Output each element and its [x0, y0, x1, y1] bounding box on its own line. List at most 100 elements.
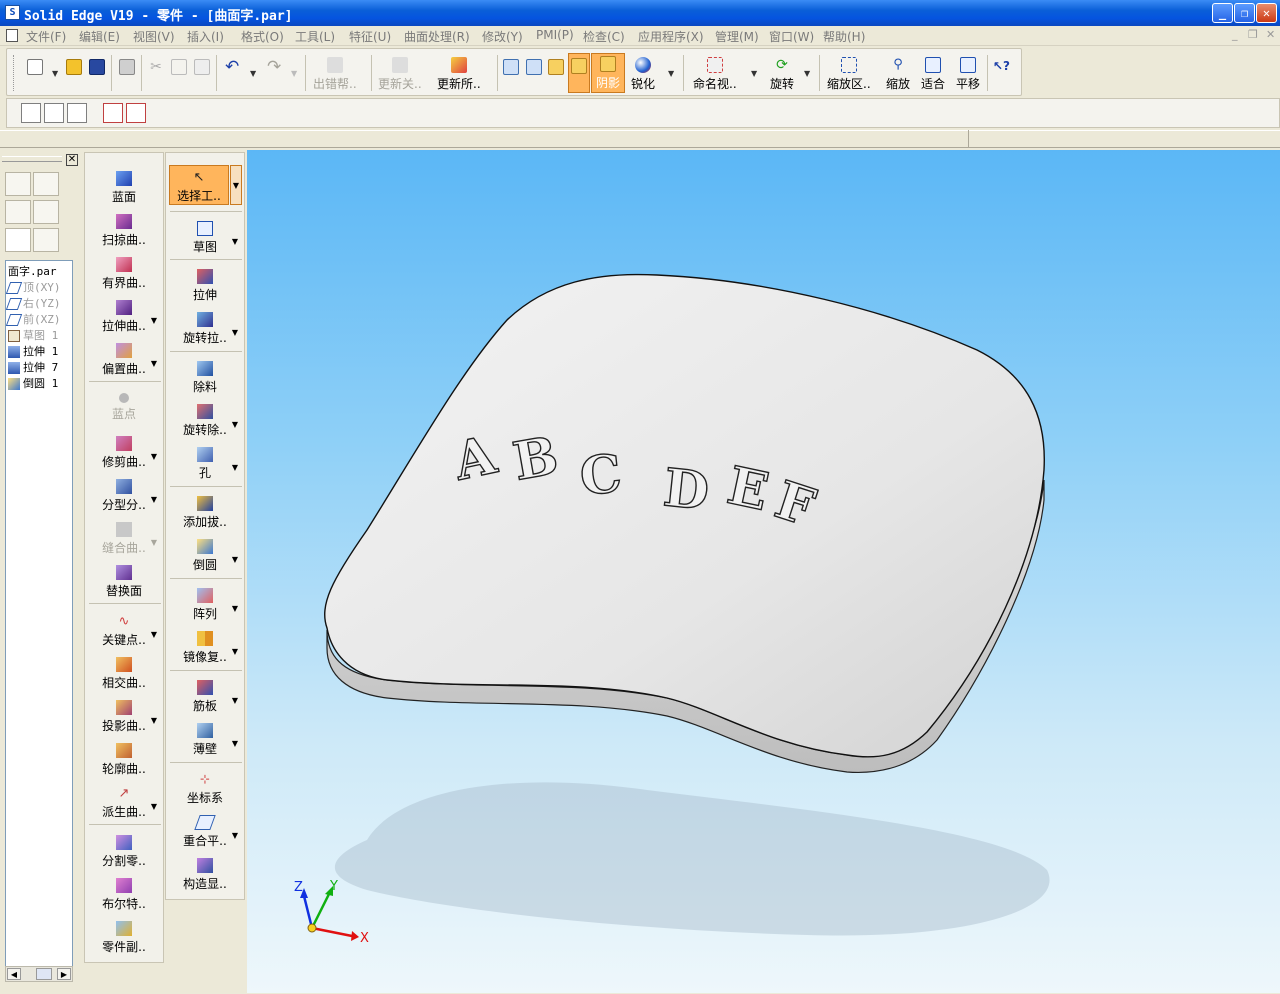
swept-surface-button[interactable]: 扫掠曲..	[85, 214, 163, 248]
menu-format[interactable]: 格式(O)	[241, 28, 284, 45]
model-view[interactable]: A B C D E F X Y Z	[247, 150, 1280, 993]
shaded-button[interactable]: 阴影	[591, 53, 625, 93]
blue-surface-button[interactable]: 蓝面	[85, 171, 163, 205]
tree-node-extrude-1[interactable]: 拉伸 1	[8, 343, 58, 359]
chevron-down-icon[interactable]: ▼	[151, 630, 157, 639]
chevron-down-icon[interactable]: ▼	[232, 696, 238, 705]
part-copy-button[interactable]: 零件副..	[85, 921, 163, 955]
revolved-protrusion-button[interactable]: 旋转拉.. ▼	[166, 312, 244, 346]
chevron-down-icon[interactable]: ▼	[151, 802, 157, 811]
thin-wall-button[interactable]: 薄壁 ▼	[166, 723, 244, 757]
undo-button[interactable]: ↶	[225, 57, 239, 77]
tree-node-top-plane[interactable]: 顶(XY)	[5, 279, 61, 295]
menu-inspect[interactable]: 检查(C)	[583, 28, 625, 45]
chevron-down-icon[interactable]: ▼	[151, 316, 157, 325]
cutout-button[interactable]: 除料	[166, 361, 244, 395]
tab-layers[interactable]	[33, 172, 59, 196]
horizontal-scrollbar[interactable]: ◀ ▶	[5, 966, 73, 982]
chevron-down-icon[interactable]: ▼	[151, 538, 157, 547]
chevron-down-icon[interactable]: ▼	[230, 165, 242, 205]
chevron-down-icon[interactable]: ▼	[232, 555, 238, 564]
protrusion-button[interactable]: 拉伸	[166, 269, 244, 303]
menu-manage[interactable]: 管理(M)	[715, 28, 759, 45]
chevron-down-icon[interactable]: ▼	[250, 69, 256, 78]
coincident-plane-button[interactable]: 重合平.. ▼	[166, 815, 244, 849]
tab-pathfinder[interactable]	[5, 228, 31, 252]
boolean-feature-button[interactable]: 布尔特..	[85, 878, 163, 912]
document-icon[interactable]	[6, 29, 18, 42]
scroll-left-icon[interactable]: ◀	[7, 968, 21, 980]
graphics-viewport[interactable]: A B C D E F X Y Z	[247, 150, 1280, 993]
maximize-button[interactable]: ❐	[1234, 3, 1255, 23]
project-curve-button[interactable]: 投影曲.. ▼	[85, 700, 163, 734]
stitched-surface-button[interactable]: 缝合曲.. ▼	[85, 522, 163, 556]
update-links-button[interactable]: 更新关..	[378, 57, 422, 92]
chevron-down-icon[interactable]: ▼	[668, 69, 674, 78]
select-list-button[interactable]	[67, 103, 87, 123]
split-part-button[interactable]: 分割零..	[85, 835, 163, 869]
close-icon[interactable]: ✕	[66, 154, 78, 166]
zoom-area-button[interactable]: 缩放区..	[827, 57, 871, 92]
parting-split-button[interactable]: 分型分.. ▼	[85, 479, 163, 513]
sharpen-button[interactable]: 锐化	[631, 57, 655, 92]
chevron-down-icon[interactable]: ▼	[232, 420, 238, 429]
menu-edit[interactable]: 编辑(E)	[79, 28, 120, 45]
filter-button[interactable]	[103, 103, 123, 123]
chevron-down-icon[interactable]: ▼	[52, 69, 58, 78]
filter-edit-button[interactable]	[126, 103, 146, 123]
chevron-down-icon[interactable]: ▼	[232, 647, 238, 656]
menu-tools[interactable]: 工具(L)	[295, 28, 335, 45]
round-button[interactable]: 倒圆 ▼	[166, 539, 244, 573]
menu-window[interactable]: 窗口(W)	[769, 28, 814, 45]
new-file-button[interactable]	[27, 59, 43, 75]
shaded-edges-button[interactable]	[568, 53, 590, 93]
menu-surfacing[interactable]: 曲面处理(R)	[404, 28, 470, 45]
menu-view[interactable]: 视图(V)	[133, 28, 175, 45]
select-tool-button[interactable]: ↖ 选择工..	[169, 165, 229, 205]
tree-node-sketch[interactable]: 草图 1	[8, 327, 58, 343]
close-button[interactable]: ✕	[1256, 3, 1277, 23]
menu-features[interactable]: 特征(U)	[349, 28, 391, 45]
menu-applications[interactable]: 应用程序(X)	[638, 28, 704, 45]
view-dimetric-button[interactable]	[526, 59, 542, 75]
fit-button[interactable]: 适合	[921, 57, 945, 92]
offset-surface-button[interactable]: 偏置曲.. ▼	[85, 343, 163, 377]
chevron-down-icon[interactable]: ▼	[232, 604, 238, 613]
mdi-restore-button[interactable]: ❐	[1248, 28, 1258, 41]
chevron-down-icon[interactable]: ▼	[751, 69, 757, 78]
chevron-down-icon[interactable]: ▼	[232, 739, 238, 748]
keypoint-curve-button[interactable]: ∿ 关键点.. ▼	[85, 614, 163, 648]
chevron-down-icon[interactable]: ▼	[232, 328, 238, 337]
copy-button[interactable]	[171, 59, 187, 75]
hole-button[interactable]: 孔 ▼	[166, 447, 244, 481]
scroll-thumb[interactable]	[36, 968, 52, 980]
edgebar-grip[interactable]	[2, 156, 62, 162]
update-all-button[interactable]: 更新所..	[437, 57, 481, 92]
derived-curve-button[interactable]: ↗ 派生曲.. ▼	[85, 786, 163, 820]
pan-button[interactable]: 平移	[956, 57, 980, 92]
cut-button[interactable]: ✂	[148, 59, 164, 75]
contour-curve-button[interactable]: 轮廓曲..	[85, 743, 163, 777]
replace-face-button[interactable]: 替换面	[85, 565, 163, 599]
select-parent-button[interactable]	[21, 103, 41, 123]
minimize-button[interactable]: _	[1212, 3, 1233, 23]
chevron-down-icon[interactable]: ▼	[291, 69, 297, 78]
chevron-down-icon[interactable]: ▼	[232, 831, 238, 840]
chevron-down-icon[interactable]: ▼	[151, 495, 157, 504]
paste-button[interactable]	[194, 59, 210, 75]
tab-library[interactable]	[33, 228, 59, 252]
rotate-button[interactable]: ⟳ 旋转	[770, 57, 794, 92]
chevron-down-icon[interactable]: ▼	[232, 463, 238, 472]
redo-button[interactable]: ↷	[267, 57, 281, 77]
chevron-down-icon[interactable]: ▼	[232, 237, 238, 246]
zoom-button[interactable]: ⚲ 缩放	[886, 57, 910, 92]
coordinate-system-button[interactable]: ⊹ 坐标系	[166, 772, 244, 806]
tree-node-round[interactable]: 倒圆 1	[8, 375, 58, 391]
tab-sensors[interactable]	[33, 200, 59, 224]
menu-insert[interactable]: 插入(I)	[187, 28, 224, 45]
open-file-button[interactable]	[66, 59, 82, 75]
view-hidden-button[interactable]	[548, 59, 564, 75]
tree-node-root[interactable]: 面字.par	[8, 263, 57, 279]
blue-dot-button[interactable]: 蓝点	[85, 393, 163, 422]
scroll-right-icon[interactable]: ▶	[57, 968, 71, 980]
